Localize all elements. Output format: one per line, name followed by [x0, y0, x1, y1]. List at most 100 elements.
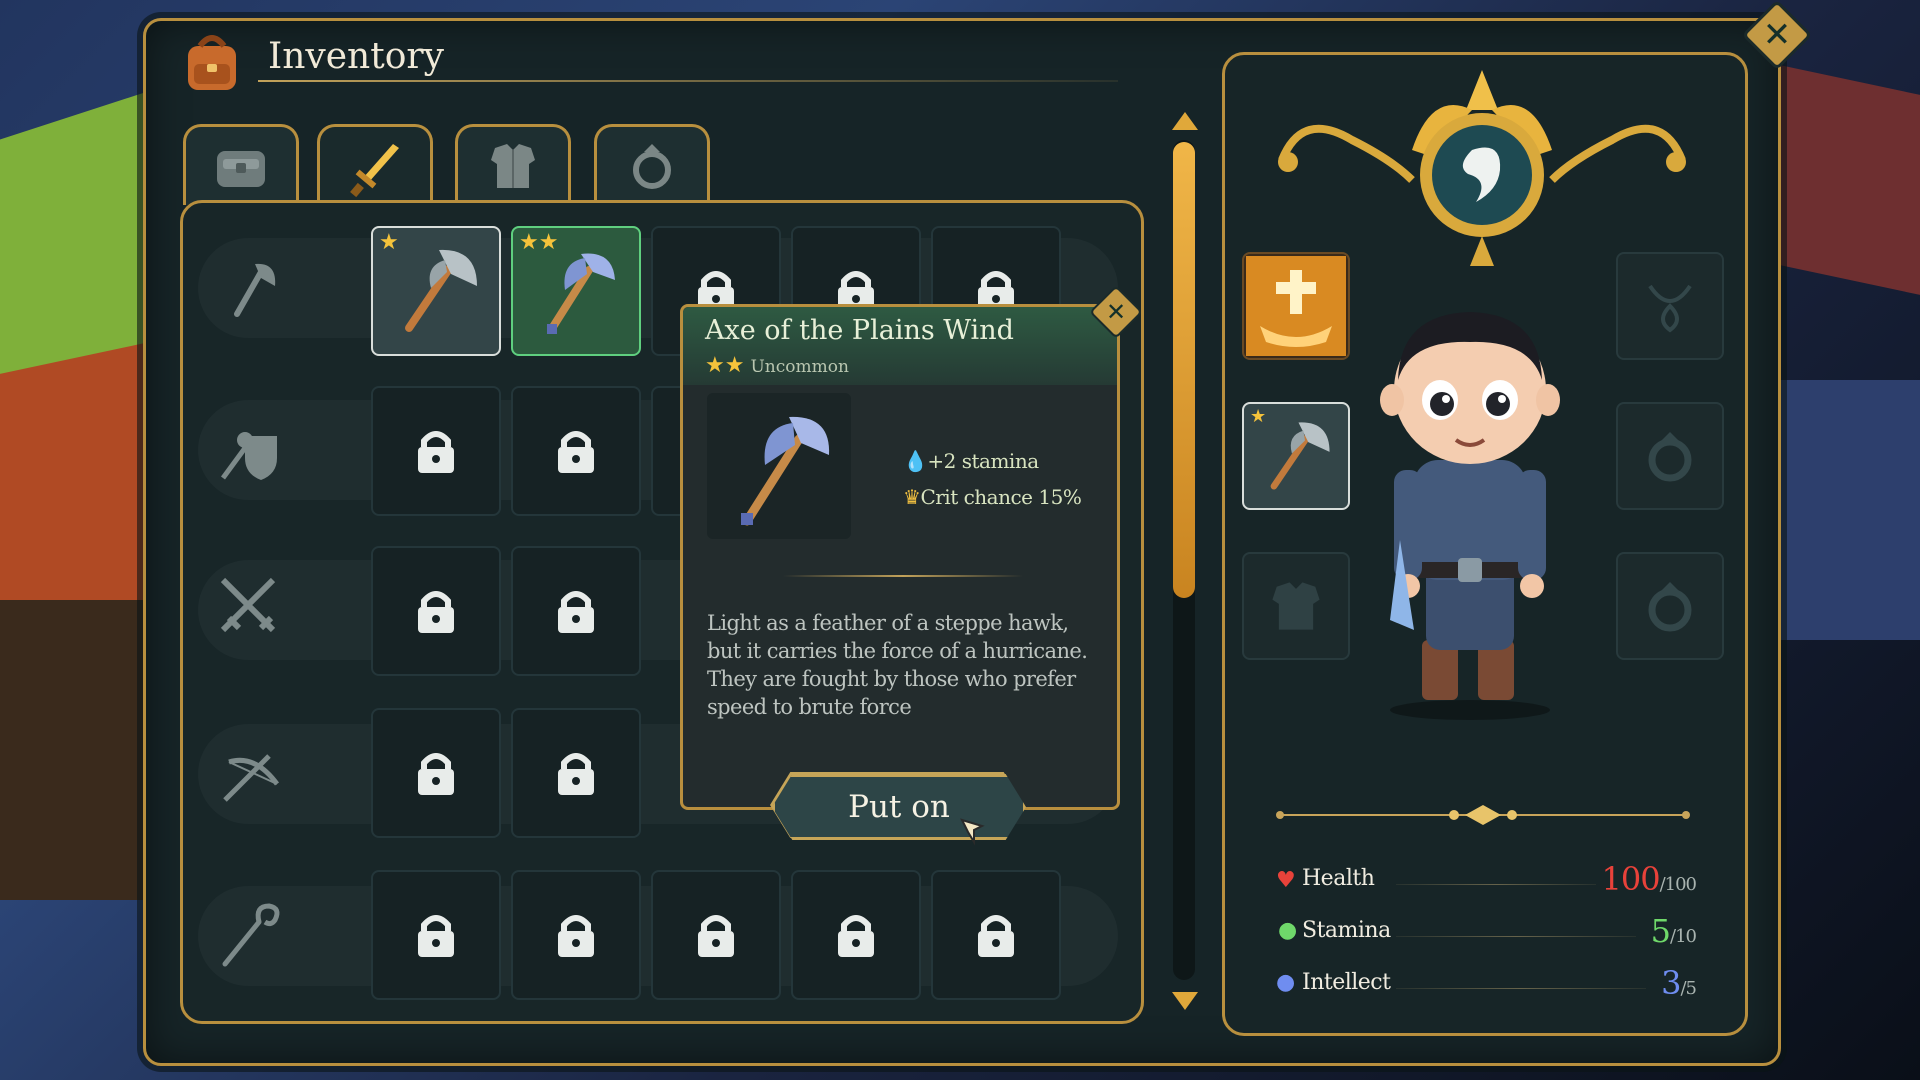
stat-value: 3/5: [1661, 964, 1697, 1002]
tooltip-divider: [783, 575, 1023, 577]
locked-slot: [931, 870, 1061, 1000]
lock-icon: [418, 753, 454, 795]
stat-stamina-text: +2 stamina: [927, 449, 1039, 473]
stat-stamina-line: 💧+2 stamina: [903, 449, 1039, 473]
locked-slot: [651, 870, 781, 1000]
ring-icon: [633, 144, 671, 189]
locked-slot: [511, 870, 641, 1000]
cursor-icon: [960, 818, 985, 846]
close-icon: ✕: [1762, 15, 1792, 55]
locked-slot: [511, 546, 641, 676]
double-axe-item-icon: [741, 416, 830, 526]
background-tile: [1780, 65, 1920, 295]
equip-slot-armor[interactable]: [1242, 552, 1350, 660]
close-icon: ✕: [1105, 298, 1127, 326]
ring-icon: [1648, 582, 1692, 632]
background-tile: [0, 600, 150, 900]
locked-slot: [371, 546, 501, 676]
locked-slot: [511, 386, 641, 516]
equip-slot-weapon[interactable]: ★: [1242, 402, 1350, 510]
window-title: Inventory: [268, 36, 444, 77]
crossed-swords-icon: [220, 577, 276, 633]
stat-label: Intellect: [1302, 970, 1391, 995]
star-icon: ★★: [519, 230, 559, 255]
item-slot-axe-2star[interactable]: ★★: [511, 226, 641, 356]
armor-icon: [1272, 582, 1320, 630]
axe-icon: [234, 263, 276, 317]
armor-icon: [491, 144, 535, 188]
emblem-crest: [1278, 70, 1686, 266]
star-icon: ★: [1250, 406, 1267, 427]
item-description: Light as a feather of a steppe hawk, but…: [707, 611, 1088, 719]
item-name: Axe of the Plains Wind: [705, 315, 1014, 346]
stat-line: [1396, 988, 1646, 989]
crown-icon: ♛: [903, 485, 921, 509]
crossbow-icon: [223, 754, 280, 802]
lock-icon: [978, 915, 1014, 957]
character-avatar: [1380, 312, 1560, 720]
stat-line: [1396, 936, 1636, 937]
locked-slot: [371, 386, 501, 516]
background-tile: [0, 341, 150, 639]
stat-stamina: ● Stamina 5/10: [1276, 912, 1697, 952]
lock-icon: [418, 431, 454, 473]
stat-label: Stamina: [1302, 918, 1391, 943]
star-icon: ★: [379, 230, 399, 255]
title-underline: [258, 80, 1118, 82]
tab-weapons[interactable]: [317, 124, 433, 209]
equip-slot-ring-1[interactable]: [1616, 402, 1724, 510]
tab-armor[interactable]: [455, 124, 571, 205]
put-on-button[interactable]: Put on: [772, 774, 1026, 840]
stat-current: 100: [1601, 860, 1661, 898]
stat-health: ♥ Health 100/100: [1276, 860, 1698, 900]
lock-icon: [418, 591, 454, 633]
stat-max: /5: [1680, 978, 1697, 999]
lock-icon: [558, 915, 594, 957]
lock-icon: [838, 915, 874, 957]
item-tooltip: Axe of the Plains Wind ★★ Uncommon ✕ 💧+2 …: [680, 285, 1143, 810]
scrollbar-thumb[interactable]: [1173, 142, 1195, 598]
brain-icon: ●: [1276, 970, 1296, 995]
equip-slot-amulet[interactable]: [1616, 252, 1724, 360]
amulet-icon: [1648, 284, 1692, 333]
sword-icon: [350, 144, 399, 198]
equip-slot-ability[interactable]: [1242, 252, 1350, 360]
locked-slot: [511, 708, 641, 838]
lock-icon: [558, 753, 594, 795]
backpack-icon: [188, 35, 236, 90]
heart-icon: ♥: [1276, 868, 1296, 893]
tab-bag[interactable]: [183, 124, 299, 205]
stat-label: Health: [1302, 866, 1375, 891]
scroll-down-arrow[interactable]: [1172, 992, 1198, 1010]
locked-slot: [791, 870, 921, 1000]
holy-hand-icon: [1246, 256, 1346, 356]
lock-icon: [558, 591, 594, 633]
stat-max: /10: [1670, 926, 1697, 947]
bag-icon: [217, 151, 265, 187]
item-rarity: ★★ Uncommon: [705, 353, 849, 378]
rarity-stars-icon: ★★: [705, 353, 745, 378]
stat-crit-line: ♛Crit chance 15%: [903, 485, 1082, 509]
stat-current: 5: [1650, 912, 1671, 950]
locked-slot: [371, 870, 501, 1000]
stat-crit-text: Crit chance 15%: [920, 485, 1082, 509]
stat-max: /100: [1659, 874, 1697, 895]
mace-shield-icon: [220, 432, 277, 480]
lock-icon: [558, 431, 594, 473]
item-preview: [707, 393, 851, 539]
locked-slot: [371, 708, 501, 838]
equip-slot-ring-2[interactable]: [1616, 552, 1724, 660]
lock-icon: [698, 915, 734, 957]
staff-icon: [222, 903, 280, 967]
lock-icon: [418, 915, 454, 957]
scroll-up-arrow[interactable]: [1172, 112, 1198, 130]
background-tile: [1780, 380, 1920, 640]
stamina-drop-icon: 💧: [903, 449, 928, 473]
stamina-drop-icon: ●: [1278, 918, 1298, 943]
stat-value: 100/100: [1601, 860, 1698, 898]
stat-current: 3: [1661, 964, 1681, 1002]
item-slot-axe-1star[interactable]: ★: [371, 226, 501, 356]
stat-intellect: ● Intellect 3/5: [1276, 964, 1697, 1004]
tab-rings[interactable]: [594, 124, 710, 205]
rarity-label: Uncommon: [750, 357, 849, 377]
